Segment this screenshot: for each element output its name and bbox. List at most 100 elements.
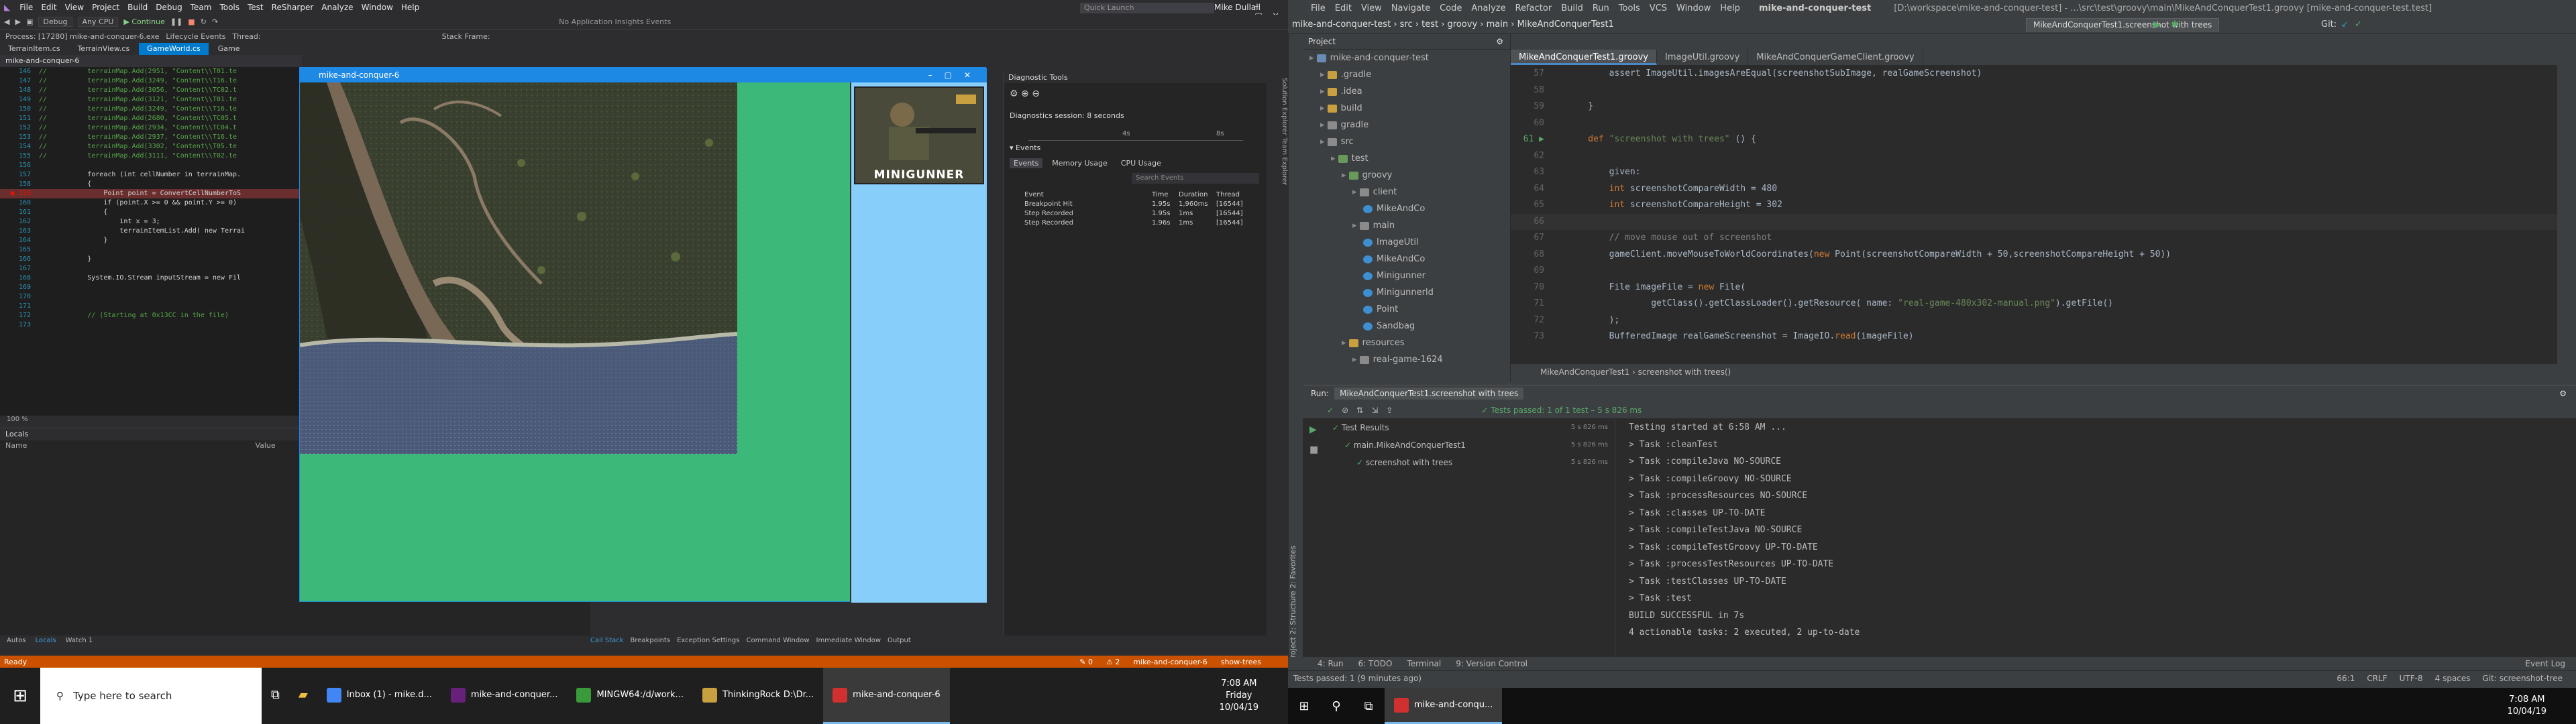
diag-tab-memory-usage[interactable]: Memory Usage: [1048, 158, 1112, 168]
project-tree-item[interactable]: ▸ .idea: [1303, 83, 1510, 100]
ij-code-editor[interactable]: 57 assert ImageUtil.imagesAreEqual(scree…: [1511, 66, 2557, 363]
project-tree-item[interactable]: ▸ resources: [1303, 335, 1510, 351]
menu-item-help[interactable]: Help: [401, 3, 419, 12]
diag-col-thread[interactable]: Thread: [1216, 190, 1263, 200]
quick-launch-input[interactable]: Quick Launch: [1080, 3, 1214, 13]
menu-item-build[interactable]: Build: [127, 3, 148, 12]
zoom-level[interactable]: 100 %: [0, 416, 302, 426]
taskbar-clock[interactable]: 7:08 AM Friday 10/04/19: [1220, 678, 1258, 714]
taskbar-clock-right[interactable]: 7:08 AM 10/04/19: [2508, 694, 2546, 718]
search-events-input[interactable]: Search Events: [1132, 173, 1259, 184]
status-project[interactable]: mike-and-conquer-6: [1133, 658, 1207, 666]
stop-icon[interactable]: ■: [188, 17, 195, 26]
ij-menu-item-analyze[interactable]: Analyze: [1471, 3, 1505, 13]
show-ignored-icon[interactable]: ⊘: [1342, 406, 1348, 415]
taskbar-app[interactable]: MINGW64:/d/work...: [567, 668, 693, 724]
menu-item-view[interactable]: View: [65, 3, 84, 12]
insights-label[interactable]: No Application Insights Events: [559, 17, 671, 26]
ij-menu-item-code[interactable]: Code: [1440, 3, 1462, 13]
test-result-row[interactable]: ✓ main.MikeAndConquerTest1 5 s 826 ms: [1327, 436, 1615, 454]
rerun-icon[interactable]: ▶: [1309, 424, 1320, 435]
tree-expand-icon[interactable]: ▸: [1309, 53, 1317, 63]
continue-button[interactable]: ▶ Continue: [123, 17, 164, 26]
expand-icon[interactable]: ⇲: [1371, 406, 1378, 415]
diag-col-duration[interactable]: Duration: [1179, 190, 1216, 200]
menu-item-tools[interactable]: Tools: [219, 3, 239, 12]
tab-terrainitem-cs[interactable]: TerrainItem.cs: [0, 43, 68, 55]
status-warnings[interactable]: ⚠ 2: [1106, 658, 1120, 666]
pause-icon[interactable]: ❚❚: [170, 17, 182, 26]
test-result-row[interactable]: ✓ Test Results 5 s 826 ms: [1327, 419, 1615, 436]
taskbar-app-game-right[interactable]: mike-and-conqu...: [1385, 688, 1503, 724]
zoom-out-icon[interactable]: ⊖: [1032, 88, 1040, 99]
ij-project-strip[interactable]: 1: Project 2: Structure 2: Favorites: [1288, 34, 1303, 677]
crumb-test[interactable]: test: [1421, 19, 1438, 29]
menu-item-debug[interactable]: Debug: [156, 3, 182, 12]
zoom-in-icon[interactable]: ⊕: [1021, 88, 1029, 99]
taskbar-app[interactable]: Inbox (1) - mike.d...: [317, 668, 441, 724]
test-result-row[interactable]: ✓ screenshot with trees 5 s 826 ms: [1327, 454, 1615, 471]
save-icon[interactable]: ▣: [26, 17, 33, 26]
ij-tool-tab-4-run[interactable]: 4: Run: [1318, 659, 1344, 668]
project-tree-item[interactable]: ▸ main: [1303, 217, 1510, 234]
menu-item-analyze[interactable]: Analyze: [321, 3, 353, 12]
project-tree-item[interactable]: MikeAndCo: [1303, 200, 1510, 217]
run-icon[interactable]: ▶: [2153, 19, 2161, 30]
restart-icon[interactable]: ↻: [201, 17, 207, 26]
stop-run-icon[interactable]: ■: [1309, 444, 1320, 455]
taskbar-app[interactable]: mike-and-conquer...: [441, 668, 568, 724]
menu-item-team[interactable]: Team: [191, 3, 212, 12]
project-tree-item[interactable]: ▸ test: [1303, 150, 1510, 167]
unit-portrait[interactable]: MINIGUNNER: [854, 86, 984, 184]
project-tree-item[interactable]: ▸ build: [1303, 100, 1510, 117]
debug-icon[interactable]: ✱: [2171, 19, 2179, 30]
project-label[interactable]: Project: [1308, 37, 1336, 46]
diag-event-row[interactable]: Step Recorded 1.96s 1ms [16544]: [1024, 219, 1266, 228]
debug-tab-exception-settings[interactable]: Exception Settings: [677, 637, 739, 648]
vs-navigation-bar[interactable]: mike-and-conquer-6: [0, 55, 302, 67]
show-passed-icon[interactable]: ✓: [1327, 406, 1334, 415]
run-configuration-dropdown[interactable]: MikeAndConquerTest1.screenshot with tree…: [2026, 18, 2220, 32]
tab-terrainview-cs[interactable]: TerrainView.cs: [69, 43, 138, 55]
project-settings-icon[interactable]: ⚙: [1496, 37, 1503, 46]
tree-expand-icon[interactable]: ▸: [1320, 103, 1328, 113]
project-tree-item[interactable]: ▸ mike-and-conquer-test: [1303, 50, 1510, 66]
forward-icon[interactable]: ▶: [15, 17, 20, 26]
editor-tab-imageutil-groovy[interactable]: ImageUtil.groovy: [1657, 50, 1749, 65]
project-tree-item[interactable]: Minigunner: [1303, 267, 1510, 284]
tree-expand-icon[interactable]: ▸: [1352, 355, 1360, 365]
sort-icon[interactable]: ⇅: [1356, 406, 1363, 415]
ij-status-item[interactable]: 4 spaces: [2435, 674, 2471, 683]
game-terrain-map[interactable]: [300, 82, 737, 454]
export-icon[interactable]: ⇪: [1386, 406, 1393, 415]
diag-event-row[interactable]: Breakpoint Hit 1.95s 1,960ms [16544]: [1024, 200, 1266, 209]
taskbar-app[interactable]: mike-and-conquer-6: [823, 668, 950, 724]
crumb-main[interactable]: main: [1487, 19, 1508, 29]
back-icon[interactable]: ◀: [4, 17, 9, 26]
file-explorer-button[interactable]: ▰: [289, 668, 317, 724]
ij-menu-item-run[interactable]: Run: [1593, 3, 1609, 13]
project-tree-item[interactable]: Minigunnerld: [1303, 284, 1510, 301]
project-tree-item[interactable]: ▸ .gradle: [1303, 66, 1510, 83]
git-commit-icon[interactable]: ✓: [2355, 19, 2362, 29]
menu-item-resharper[interactable]: ReSharper: [272, 3, 314, 12]
ij-status-item[interactable]: UTF-8: [2400, 674, 2423, 683]
diag-timeline[interactable]: 4s 8s: [1028, 129, 1243, 141]
platform-dropdown[interactable]: Any CPU: [77, 17, 119, 27]
project-tree-item[interactable]: MikeAndCo: [1303, 251, 1510, 267]
ij-menu-item-window[interactable]: Window: [1676, 3, 1711, 13]
task-view-icon-right[interactable]: ⧉: [1352, 688, 1385, 724]
ij-menu-item-view[interactable]: View: [1361, 3, 1382, 13]
run-tab[interactable]: MikeAndConquerTest1.screenshot with tree…: [1334, 387, 1524, 400]
project-tree-item[interactable]: ▸ src: [1303, 133, 1510, 150]
start-button-right[interactable]: ⊞: [1288, 688, 1320, 724]
ij-menu-item-navigate[interactable]: Navigate: [1391, 3, 1430, 13]
menu-item-file[interactable]: File: [19, 3, 33, 12]
menu-item-edit[interactable]: Edit: [41, 3, 56, 12]
process-dropdown[interactable]: Process: [17280] mike-and-conquer-6.exe: [5, 32, 159, 41]
locals-col-name[interactable]: Name: [5, 440, 27, 451]
tree-expand-icon[interactable]: ▸: [1320, 120, 1328, 130]
tree-expand-icon[interactable]: ▸: [1352, 221, 1360, 231]
tab-gameworld-cs[interactable]: GameWorld.cs: [139, 43, 209, 55]
ij-menu-item-edit[interactable]: Edit: [1335, 3, 1352, 13]
